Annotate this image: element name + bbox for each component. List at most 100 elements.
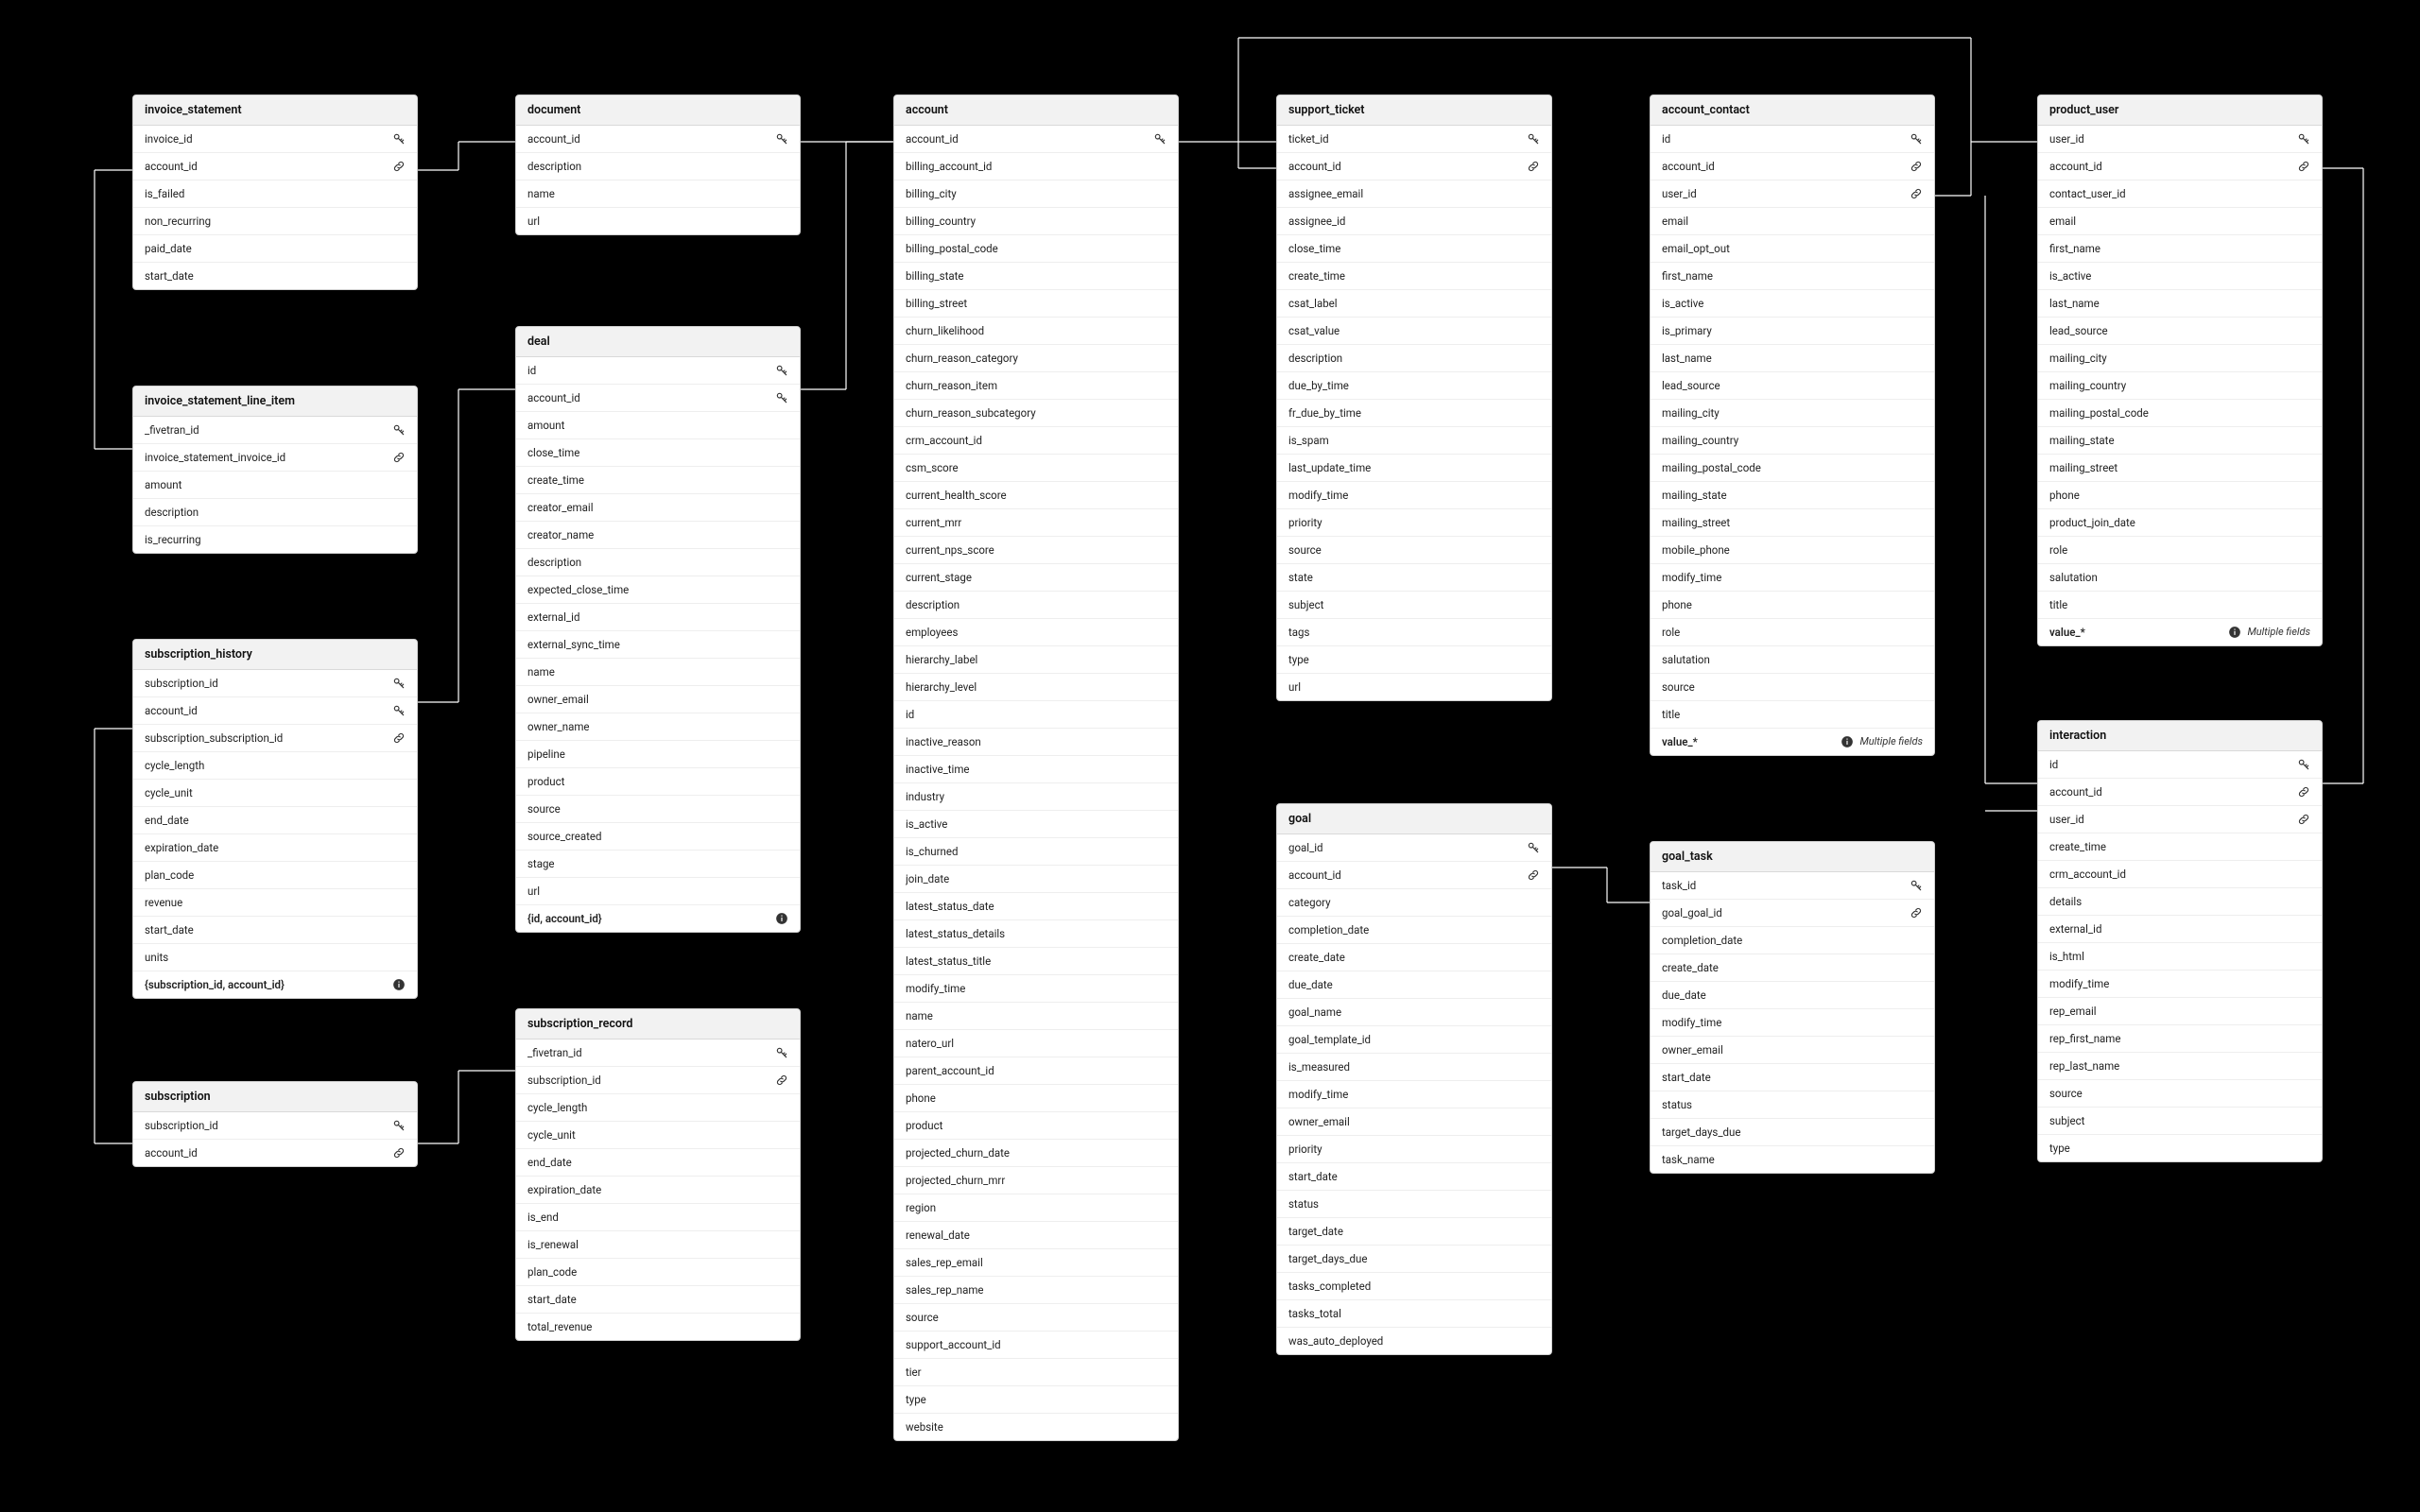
table-header[interactable]: goal_task <box>1651 842 1934 872</box>
table-row[interactable]: start_date <box>516 1285 800 1313</box>
table-row[interactable]: first_name <box>2038 234 2322 262</box>
table-row[interactable]: user_id <box>1651 180 1934 207</box>
table-header[interactable]: subscription_record <box>516 1009 800 1040</box>
table-row[interactable]: mobile_phone <box>1651 536 1934 563</box>
table-row[interactable]: description <box>133 498 417 525</box>
table-row[interactable]: billing_postal_code <box>894 234 1178 262</box>
table-row[interactable]: rep_last_name <box>2038 1052 2322 1079</box>
table-subscription_history[interactable]: subscription_historysubscription_idaccou… <box>132 639 418 999</box>
table-row[interactable]: ticket_id <box>1277 126 1551 152</box>
table-row[interactable]: title <box>1651 700 1934 728</box>
table-row[interactable]: title <box>2038 591 2322 618</box>
table-row[interactable]: owner_email <box>1277 1108 1551 1135</box>
table-row[interactable]: phone <box>2038 481 2322 508</box>
table-row[interactable]: source <box>516 795 800 822</box>
table-row[interactable]: description <box>516 152 800 180</box>
table-row[interactable]: external_sync_time <box>516 630 800 658</box>
table-row[interactable]: start_date <box>1277 1162 1551 1190</box>
table-row[interactable]: hierarchy_level <box>894 673 1178 700</box>
table-row[interactable]: create_date <box>1277 943 1551 971</box>
table-row[interactable]: expiration_date <box>133 833 417 861</box>
table-row[interactable]: modify_time <box>1651 563 1934 591</box>
table-row[interactable]: sales_rep_email <box>894 1248 1178 1276</box>
table-row[interactable]: mailing_postal_code <box>1651 454 1934 481</box>
table-row[interactable]: paid_date <box>133 234 417 262</box>
table-account[interactable]: accountaccount_idbilling_account_idbilli… <box>893 94 1179 1441</box>
table-row[interactable]: account_id <box>133 1139 417 1166</box>
table-row[interactable]: source <box>2038 1079 2322 1107</box>
table-row[interactable]: billing_city <box>894 180 1178 207</box>
table-row[interactable]: latest_status_date <box>894 892 1178 919</box>
table-row[interactable]: name <box>894 1002 1178 1029</box>
table-row[interactable]: user_id <box>2038 805 2322 833</box>
table-row[interactable]: modify_time <box>894 974 1178 1002</box>
table-header[interactable]: goal <box>1277 804 1551 834</box>
table-row[interactable]: expiration_date <box>516 1176 800 1203</box>
table-row[interactable]: email <box>1651 207 1934 234</box>
table-row[interactable]: start_date <box>1651 1063 1934 1091</box>
table-row[interactable]: join_date <box>894 865 1178 892</box>
table-row[interactable]: target_days_due <box>1277 1245 1551 1272</box>
table-row[interactable]: billing_street <box>894 289 1178 317</box>
table-row[interactable]: account_id <box>516 126 800 152</box>
table-row[interactable]: last_name <box>2038 289 2322 317</box>
table-row[interactable]: email_opt_out <box>1651 234 1934 262</box>
table-row[interactable]: is_active <box>1651 289 1934 317</box>
table-interaction[interactable]: interactionidaccount_iduser_idcreate_tim… <box>2037 720 2323 1162</box>
table-row[interactable]: employees <box>894 618 1178 645</box>
table-subscription[interactable]: subscriptionsubscription_idaccount_id <box>132 1081 418 1167</box>
table-header[interactable]: invoice_statement <box>133 95 417 126</box>
table-row[interactable]: first_name <box>1651 262 1934 289</box>
table-header[interactable]: product_user <box>2038 95 2322 126</box>
table-row[interactable]: cycle_unit <box>133 779 417 806</box>
table-row[interactable]: churn_reason_category <box>894 344 1178 371</box>
table-row[interactable]: source <box>1651 673 1934 700</box>
table-row[interactable]: revenue <box>133 888 417 916</box>
table-row[interactable]: owner_email <box>516 685 800 713</box>
table-row[interactable]: tags <box>1277 618 1551 645</box>
table-row[interactable]: id <box>2038 751 2322 778</box>
table-row[interactable]: mailing_city <box>1651 399 1934 426</box>
table-row[interactable]: lead_source <box>2038 317 2322 344</box>
table-row[interactable]: priority <box>1277 508 1551 536</box>
table-row[interactable]: current_stage <box>894 563 1178 591</box>
table-row[interactable]: mailing_country <box>2038 371 2322 399</box>
table-row[interactable]: plan_code <box>516 1258 800 1285</box>
table-row[interactable]: last_update_time <box>1277 454 1551 481</box>
table-row[interactable]: goal_goal_id <box>1651 899 1934 926</box>
table-row[interactable]: total_revenue <box>516 1313 800 1340</box>
table-row[interactable]: is_primary <box>1651 317 1934 344</box>
table-row[interactable]: lead_source <box>1651 371 1934 399</box>
table-row[interactable]: type <box>1277 645 1551 673</box>
table-row[interactable]: tasks_completed <box>1277 1272 1551 1299</box>
table-row[interactable]: end_date <box>133 806 417 833</box>
table-row[interactable]: churn_reason_subcategory <box>894 399 1178 426</box>
table-row[interactable]: assignee_id <box>1277 207 1551 234</box>
table-row[interactable]: tasks_total <box>1277 1299 1551 1327</box>
table-row[interactable]: crm_account_id <box>2038 860 2322 887</box>
table-row[interactable]: latest_status_title <box>894 947 1178 974</box>
table-row[interactable]: churn_reason_item <box>894 371 1178 399</box>
table-row[interactable]: crm_account_id <box>894 426 1178 454</box>
table-row[interactable]: projected_churn_mrr <box>894 1166 1178 1194</box>
table-row[interactable]: industry <box>894 782 1178 810</box>
table-row[interactable]: parent_account_id <box>894 1057 1178 1084</box>
table-row[interactable]: url <box>516 207 800 234</box>
table-row[interactable]: account_id <box>2038 152 2322 180</box>
table-row[interactable]: inactive_reason <box>894 728 1178 755</box>
table-header[interactable]: deal <box>516 327 800 357</box>
table-row[interactable]: amount <box>516 411 800 438</box>
table-row[interactable]: account_id <box>2038 778 2322 805</box>
table-document[interactable]: documentaccount_iddescriptionnameurl <box>515 94 801 235</box>
table-row[interactable]: hierarchy_label <box>894 645 1178 673</box>
table-row[interactable]: renewal_date <box>894 1221 1178 1248</box>
table-row[interactable]: type <box>2038 1134 2322 1161</box>
table-row[interactable]: latest_status_details <box>894 919 1178 947</box>
table-row[interactable]: expected_close_time <box>516 576 800 603</box>
table-row[interactable]: cycle_length <box>516 1093 800 1121</box>
table-row[interactable]: subscription_subscription_id <box>133 724 417 751</box>
table-row[interactable]: invoice_id <box>133 126 417 152</box>
table-row[interactable]: close_time <box>516 438 800 466</box>
table-row[interactable]: target_days_due <box>1651 1118 1934 1145</box>
table-row[interactable]: product <box>516 767 800 795</box>
